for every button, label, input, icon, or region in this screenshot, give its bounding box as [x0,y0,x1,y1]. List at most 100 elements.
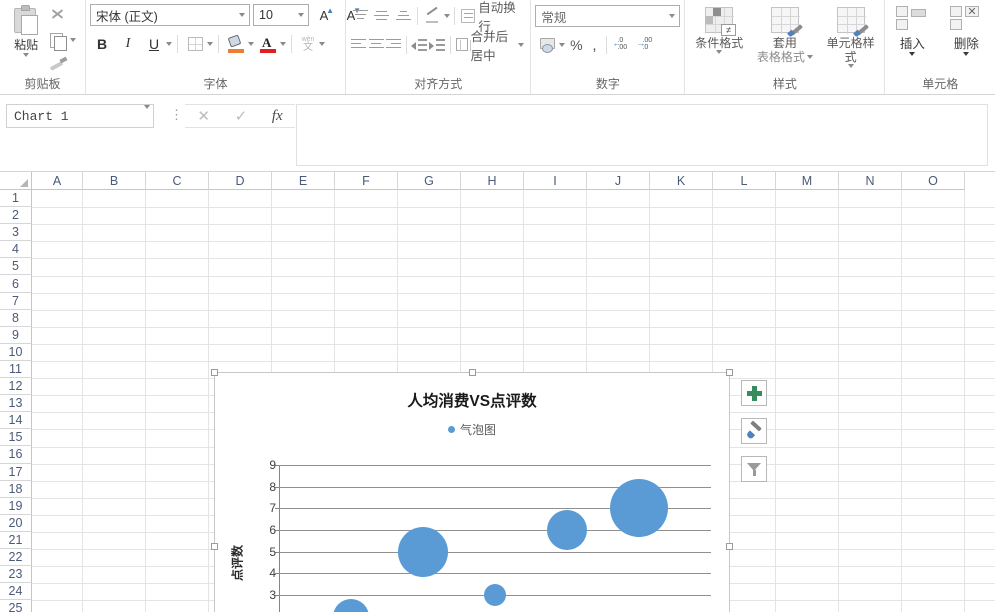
bubble-point[interactable] [398,526,448,577]
formula-input[interactable] [296,104,988,166]
font-color-button[interactable]: A [256,33,280,56]
column-header-D[interactable]: D [209,172,272,190]
format-as-table-caret[interactable] [806,55,813,59]
orientation-dropdown-caret[interactable] [444,13,451,18]
row-header-15[interactable]: 15 [0,429,32,447]
row-header-21[interactable]: 21 [0,531,32,549]
column-header-E[interactable]: E [272,172,335,190]
row-header-3[interactable]: 3 [0,224,32,242]
column-header-F[interactable]: F [335,172,398,190]
percent-style-button[interactable]: % [567,37,585,53]
row-header-9[interactable]: 9 [0,326,32,344]
row-header-23[interactable]: 23 [0,566,32,584]
merge-dropdown-caret[interactable] [518,42,525,47]
wrap-text-button[interactable]: 自动换行 [459,1,526,34]
fill-color-dropdown-caret[interactable] [248,42,254,46]
font-color-dropdown-caret[interactable] [280,42,286,46]
cancel-icon[interactable]: ✕ [197,107,210,125]
row-header-18[interactable]: 18 [0,480,32,498]
chart-filters-button[interactable] [741,456,767,482]
comma-style-button[interactable]: , [587,37,601,54]
y-axis-title[interactable]: 点评数 [229,545,246,581]
phonetic-guide-split-button[interactable]: wén 文 [297,33,325,55]
font-color-split-button[interactable]: A [256,33,286,56]
chevron-down-icon[interactable] [666,14,677,18]
number-format-combo[interactable]: 常规 [535,5,681,27]
row-header-19[interactable]: 19 [0,497,32,515]
row-header-22[interactable]: 22 [0,548,32,567]
resize-handle-w[interactable] [211,543,218,550]
row-header-16[interactable]: 16 [0,446,32,464]
bold-button[interactable]: B [90,33,114,56]
column-header-G[interactable]: G [398,172,461,190]
chart-object[interactable]: 人均消费VS点评数 气泡图 01234567890123456 点评数 人均消费 [211,369,733,612]
borders-button[interactable] [183,33,207,56]
font-name-combo[interactable]: 宋体 (正文) [90,4,250,26]
align-right-button[interactable] [386,34,403,56]
row-header-1[interactable]: 1 [0,190,32,208]
column-header-J[interactable]: J [587,172,650,190]
column-header-H[interactable]: H [461,172,524,190]
column-header-C[interactable]: C [146,172,209,190]
chart-title[interactable]: 人均消费VS点评数 [215,389,729,411]
row-header-14[interactable]: 14 [0,412,32,430]
column-header-L[interactable]: L [713,172,776,190]
column-header-M[interactable]: M [776,172,839,190]
column-header-I[interactable]: I [524,172,587,190]
row-header-7[interactable]: 7 [0,292,32,310]
bubble-point[interactable] [547,510,587,550]
cell-styles-button[interactable]: 单元格样式 [821,5,881,68]
row-header-20[interactable]: 20 [0,514,32,532]
row-header-6[interactable]: 6 [0,275,32,293]
row-header-8[interactable]: 8 [0,309,32,327]
underline-dropdown-caret[interactable] [166,42,172,46]
column-header-A[interactable]: A [32,172,83,190]
increase-indent-button[interactable] [429,34,446,56]
align-bottom-button[interactable] [393,5,413,27]
chevron-down-icon[interactable] [144,104,150,124]
conditional-formatting-button[interactable]: ≠ 条件格式 [689,5,749,54]
row-header-2[interactable]: 2 [0,207,32,225]
insert-cells-button[interactable]: 插入 [889,5,935,56]
merge-center-button[interactable]: 合并后居中 [454,30,526,63]
column-header-N[interactable]: N [839,172,902,190]
phonetic-dropdown-caret[interactable] [319,42,325,46]
resize-handle-n[interactable] [469,369,476,376]
insert-function-icon[interactable]: fx [272,108,283,125]
conditional-formatting-caret[interactable] [716,50,723,54]
resize-handle-e[interactable] [726,543,733,550]
decrease-decimal-button[interactable]: → .00.0 [634,37,654,53]
column-header-B[interactable]: B [83,172,146,190]
delete-caret[interactable] [963,52,970,56]
bubble-point[interactable] [484,584,506,606]
chart-styles-button[interactable] [741,418,767,444]
fill-color-split-button[interactable] [224,33,254,56]
underline-split-button[interactable]: U [142,33,172,56]
align-top-button[interactable] [350,5,370,27]
chevron-down-icon[interactable] [236,13,247,17]
row-header-24[interactable]: 24 [0,583,32,601]
increase-decimal-button[interactable]: ← .0.00 [612,37,632,53]
enter-icon[interactable]: ✓ [235,107,248,125]
column-header-K[interactable]: K [650,172,713,190]
cut-button[interactable] [48,5,68,26]
orientation-split-button[interactable] [422,5,451,27]
paste-dropdown-caret[interactable] [23,53,30,57]
borders-split-button[interactable] [183,33,213,56]
text-orientation-button[interactable] [422,5,444,27]
column-header-O[interactable]: O [902,172,965,190]
plot-area[interactable]: 01234567890123456 [269,458,711,612]
row-header-10[interactable]: 10 [0,343,32,361]
accounting-format-button[interactable] [535,34,559,57]
accounting-dropdown-caret[interactable] [559,43,566,47]
decrease-indent-button[interactable] [411,34,428,56]
align-left-button[interactable] [350,34,367,56]
copy-button[interactable] [48,29,77,51]
grow-font-button[interactable]: A ▲ [312,4,336,26]
resize-handle-ne[interactable] [726,369,733,376]
align-middle-button[interactable] [371,5,391,27]
chevron-down-icon[interactable] [295,13,306,17]
row-header-4[interactable]: 4 [0,241,32,259]
row-header-5[interactable]: 5 [0,258,32,276]
italic-button[interactable]: I [116,33,140,56]
